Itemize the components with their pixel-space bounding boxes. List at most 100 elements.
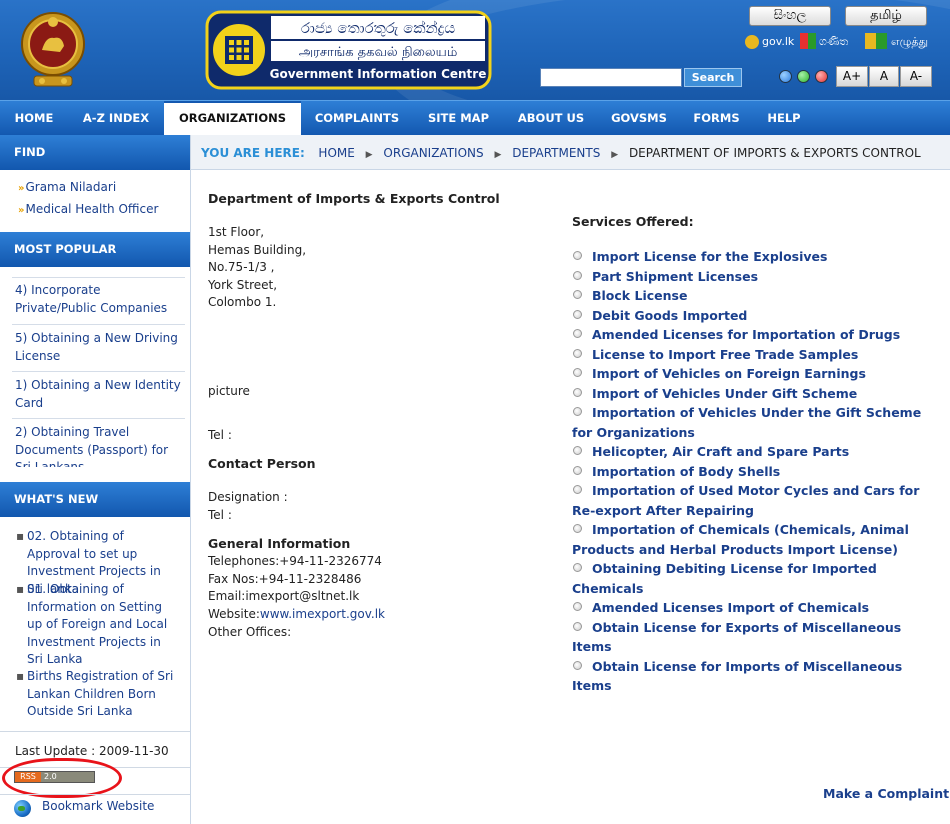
whats-new-item[interactable]: ▪ 01. Obtaining of Information on Setting… bbox=[16, 581, 176, 669]
main-content: Department of Imports & Exports Control … bbox=[191, 170, 950, 824]
red-theme-button[interactable] bbox=[815, 70, 828, 83]
site-header: රාජ්‍ය තොරතුරු කේන්ද්‍රය அரசாங்க தகவல் ந… bbox=[0, 0, 950, 100]
nav-govsms[interactable]: GOVSMS bbox=[598, 101, 680, 136]
service-item[interactable]: Debit Goods Imported bbox=[572, 306, 942, 326]
divider bbox=[12, 371, 185, 372]
fax: Fax Nos:+94-11-2328486 bbox=[208, 572, 362, 586]
radio-bullet-icon bbox=[573, 563, 582, 572]
service-item[interactable]: Import of Vehicles on Foreign Earnings bbox=[572, 364, 942, 384]
divider bbox=[12, 277, 185, 278]
service-item[interactable]: Importation of Used Motor Cycles and Car… bbox=[572, 481, 942, 520]
ganitha-link[interactable]: ගණිත bbox=[819, 35, 848, 49]
service-item[interactable]: Obtaining Debiting License for Imported … bbox=[572, 559, 942, 598]
address-block: 1st Floor, Hemas Building, No.75-1/3 , Y… bbox=[208, 224, 306, 312]
eluthu-icon[interactable] bbox=[865, 33, 887, 49]
breadcrumb-separator-icon: ▶ bbox=[365, 150, 373, 160]
service-item[interactable]: Obtain License for Exports of Miscellane… bbox=[572, 618, 942, 657]
font-normal-button[interactable]: A bbox=[869, 66, 899, 87]
service-item[interactable]: Part Shipment Licenses bbox=[572, 267, 942, 287]
service-item[interactable]: License to Import Free Trade Samples bbox=[572, 345, 942, 365]
search-button[interactable]: Search bbox=[684, 68, 742, 87]
divider bbox=[12, 324, 185, 325]
sri-lanka-emblem-icon[interactable] bbox=[20, 6, 86, 94]
popular-item[interactable]: 1) Obtaining a New Identity Card bbox=[15, 377, 185, 412]
bookmark-website-link[interactable]: Bookmark Website bbox=[42, 799, 154, 813]
picture-placeholder: picture bbox=[208, 384, 250, 398]
service-item[interactable]: Helicopter, Air Craft and Spare Parts bbox=[572, 442, 942, 462]
bullet: ▪ bbox=[16, 582, 25, 596]
other-offices: Other Offices: bbox=[208, 625, 292, 639]
services-list: Import License for the Explosives Part S… bbox=[572, 247, 942, 696]
radio-bullet-icon bbox=[573, 660, 582, 670]
tamil-language-button[interactable]: தமிழ் bbox=[845, 6, 927, 26]
divider bbox=[12, 418, 185, 419]
divider bbox=[0, 731, 190, 732]
globe-icon[interactable] bbox=[14, 800, 31, 817]
breadcrumb-organizations[interactable]: ORGANIZATIONS bbox=[383, 146, 483, 160]
ganitha-icon[interactable] bbox=[800, 33, 816, 49]
svg-text:රාජ්‍ය තොරතුරු කේන්ද්‍රය: රාජ්‍ය තොරතුරු කේන්ද්‍රය bbox=[301, 19, 455, 37]
radio-bullet-icon bbox=[573, 368, 582, 377]
nav-help[interactable]: HELP bbox=[753, 101, 815, 136]
nav-about-us[interactable]: ABOUT US bbox=[504, 101, 598, 136]
arrow-icon: » bbox=[18, 205, 25, 216]
font-decrease-button[interactable]: A- bbox=[900, 66, 932, 87]
nav-site-map[interactable]: SITE MAP bbox=[413, 101, 504, 136]
service-item[interactable]: Importation of Chemicals (Chemicals, Ani… bbox=[572, 520, 942, 559]
breadcrumb-departments[interactable]: DEPARTMENTS bbox=[512, 146, 600, 160]
radio-bullet-icon bbox=[573, 270, 582, 280]
radio-bullet-icon bbox=[573, 602, 582, 611]
website-link[interactable]: www.imexport.gov.lk bbox=[260, 607, 385, 621]
popular-item[interactable]: 5) Obtaining a New Driving License bbox=[15, 330, 185, 365]
nav-organizations[interactable]: ORGANIZATIONS bbox=[164, 101, 301, 136]
address-line: York Street, bbox=[208, 277, 278, 292]
gov-lk-icon[interactable] bbox=[745, 35, 759, 49]
radio-bullet-icon bbox=[573, 407, 582, 416]
service-item[interactable]: Amended Licenses for Importation of Drug… bbox=[572, 325, 942, 345]
blue-theme-button[interactable] bbox=[779, 70, 792, 83]
website-label: Website: bbox=[208, 607, 260, 621]
service-item[interactable]: Import License for the Explosives bbox=[572, 247, 942, 267]
service-item[interactable]: Obtain License for Imports of Miscellane… bbox=[572, 657, 942, 696]
service-item[interactable]: Amended Licenses Import of Chemicals bbox=[572, 598, 942, 618]
whats-new-item[interactable]: ▪ Births Registration of Sri Lankan Child… bbox=[16, 668, 176, 721]
service-item[interactable]: Importation of Body Shells bbox=[572, 462, 942, 482]
department-title: Department of Imports & Exports Control bbox=[208, 191, 500, 206]
nav-complaints[interactable]: COMPLAINTS bbox=[301, 101, 413, 136]
gov-lk-link[interactable]: gov.lk bbox=[762, 35, 794, 48]
svg-text:அரசாங்க தகவல் நிலையம்: அரசாங்க தகவல் நிலையம் bbox=[299, 45, 458, 60]
gic-logo[interactable]: රාජ්‍ය තොරතුරු කේන්ද්‍රය அரசாங்க தகவல் ந… bbox=[205, 10, 492, 90]
service-item[interactable]: Block License bbox=[572, 286, 942, 306]
radio-bullet-icon bbox=[573, 524, 582, 533]
radio-bullet-icon bbox=[573, 348, 582, 358]
most-popular-list: 4) Incorporate Private/Public Companies … bbox=[0, 267, 190, 467]
radio-bullet-icon bbox=[573, 329, 582, 338]
nav-a-z-index[interactable]: A-Z INDEX bbox=[68, 101, 164, 136]
eluthu-link[interactable]: எழுத்து bbox=[891, 35, 928, 50]
popular-item[interactable]: 2) Obtaining Travel Documents (Passport)… bbox=[15, 424, 185, 467]
nav-forms[interactable]: FORMS bbox=[680, 101, 753, 136]
radio-bullet-icon bbox=[573, 290, 582, 299]
popular-item[interactable]: 4) Incorporate Private/Public Companies bbox=[15, 282, 185, 317]
make-a-complaint-link[interactable]: Make a Complaint bbox=[823, 786, 949, 801]
sinhala-language-button[interactable]: සිංහල bbox=[749, 6, 831, 26]
general-information-heading: General Information bbox=[208, 536, 351, 551]
bullet: ▪ bbox=[16, 529, 25, 543]
last-update: Last Update : 2009-11-30 bbox=[15, 744, 169, 758]
radio-bullet-icon bbox=[573, 465, 582, 475]
service-item[interactable]: Importation of Vehicles Under the Gift S… bbox=[572, 403, 942, 442]
breadcrumb-home[interactable]: HOME bbox=[318, 146, 354, 160]
telephones: Telephones:+94-11-2326774 bbox=[208, 554, 382, 568]
font-increase-button[interactable]: A+ bbox=[836, 66, 868, 87]
radio-bullet-icon bbox=[573, 309, 582, 319]
arrow-icon: » bbox=[18, 183, 25, 194]
search-input[interactable] bbox=[540, 68, 682, 87]
find-link-medical-health-officer[interactable]: »Medical Health Officer bbox=[18, 202, 158, 216]
green-theme-button[interactable] bbox=[797, 70, 810, 83]
find-link-grama-niladari[interactable]: »Grama Niladari bbox=[18, 180, 116, 194]
service-item[interactable]: Import of Vehicles Under Gift Scheme bbox=[572, 384, 942, 404]
sidebar: FIND »Grama Niladari »Medical Health Off… bbox=[0, 135, 191, 824]
nav-home[interactable]: HOME bbox=[0, 101, 68, 136]
email: Email:imexport@sltnet.lk bbox=[208, 589, 360, 603]
radio-bullet-icon bbox=[573, 485, 582, 494]
